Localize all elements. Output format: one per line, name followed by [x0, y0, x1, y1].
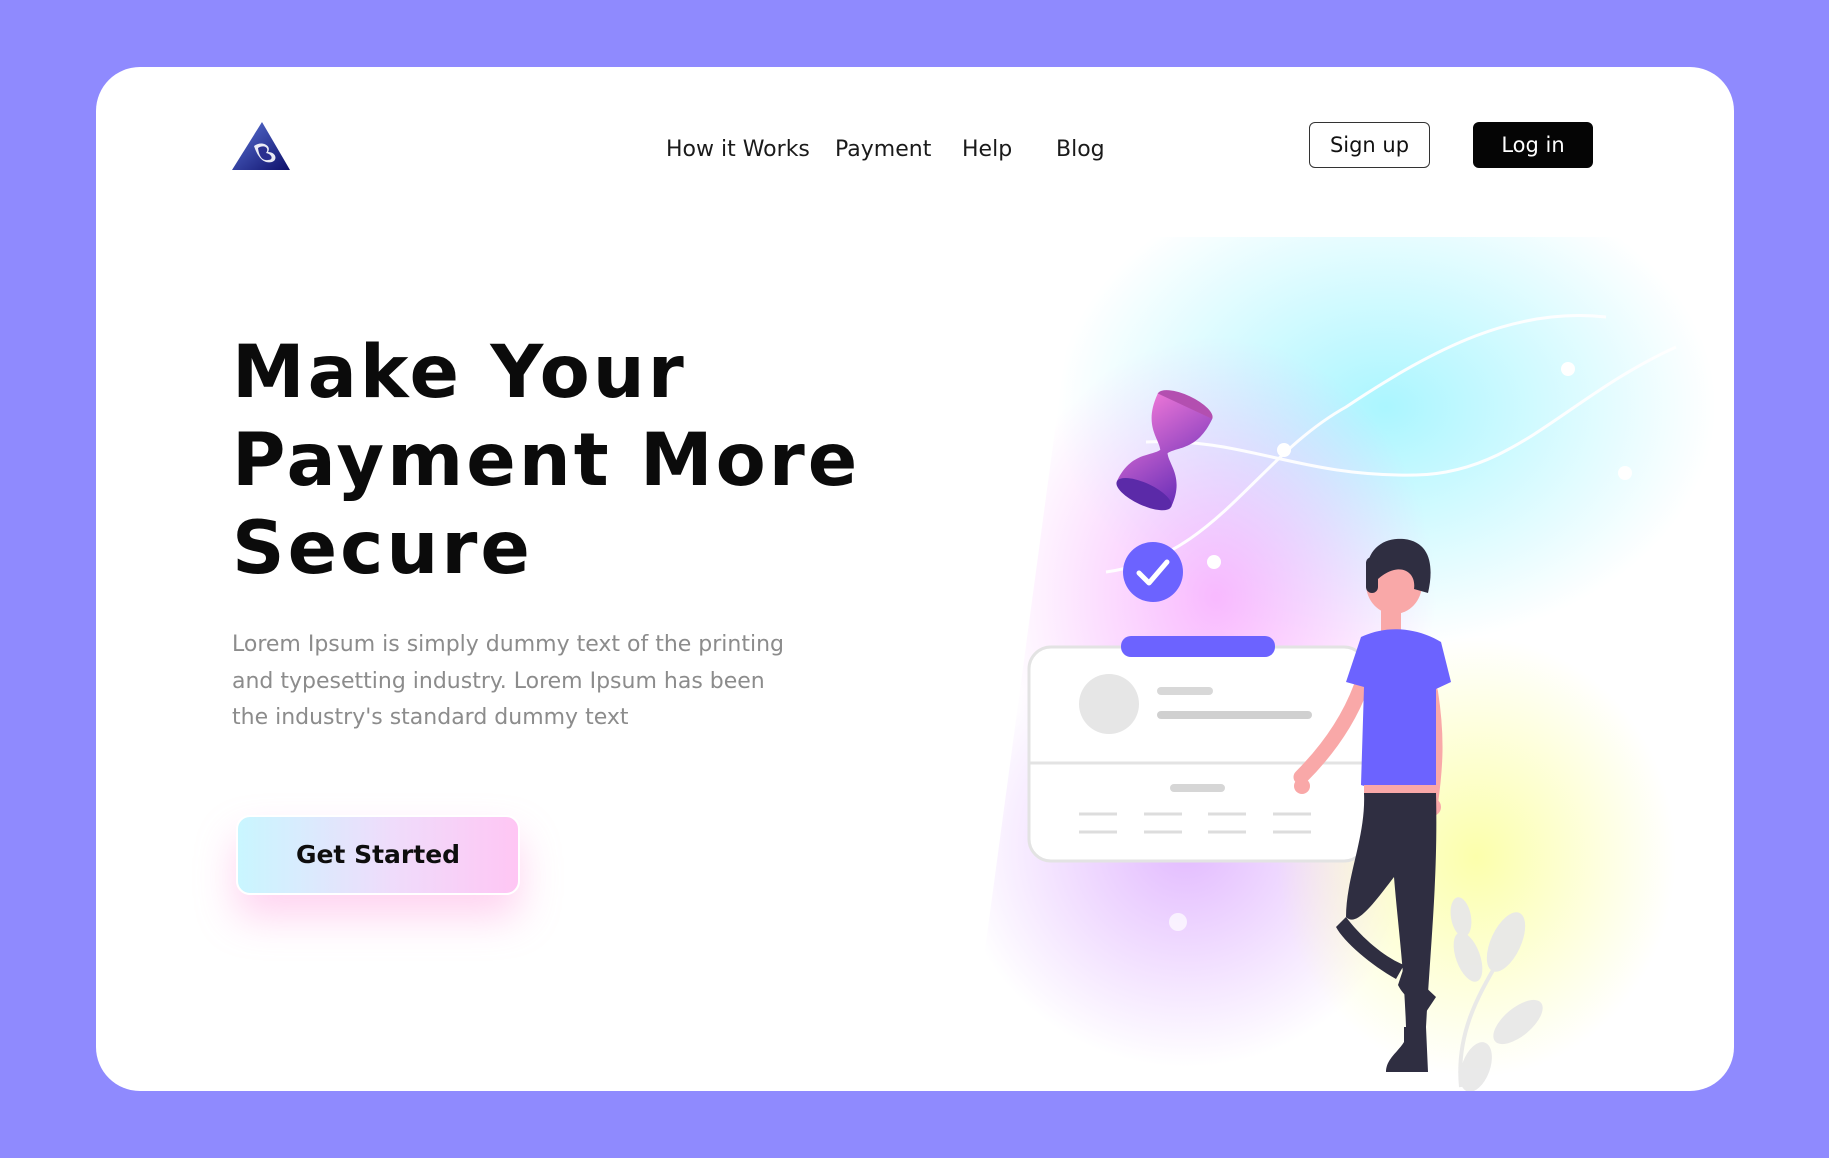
- checkmark-icon: [1123, 542, 1183, 602]
- get-started-button[interactable]: Get Started: [236, 815, 520, 895]
- mountain-logo-icon[interactable]: [232, 120, 290, 170]
- nav-link-blog[interactable]: Blog: [1056, 130, 1105, 170]
- nav-link-payment[interactable]: Payment: [835, 130, 931, 170]
- profile-card-icon: [1027, 636, 1368, 863]
- hero-headline: Make Your Payment More Secure: [232, 329, 912, 593]
- hero-illustration: [966, 237, 1716, 1091]
- landing-card: How it Works Payment Help Blog Sign up L…: [96, 67, 1734, 1091]
- log-in-button[interactable]: Log in: [1473, 122, 1593, 168]
- headline-line-2: Payment More: [232, 418, 861, 503]
- headline-line-1: Make Your: [232, 330, 687, 415]
- hero-description: Lorem Ipsum is simply dummy text of the …: [232, 632, 784, 730]
- nav-link-how-it-works[interactable]: How it Works: [666, 130, 810, 170]
- headline-line-3: Secure: [232, 506, 533, 591]
- nav-link-help[interactable]: Help: [962, 130, 1012, 170]
- sign-up-button[interactable]: Sign up: [1309, 122, 1430, 168]
